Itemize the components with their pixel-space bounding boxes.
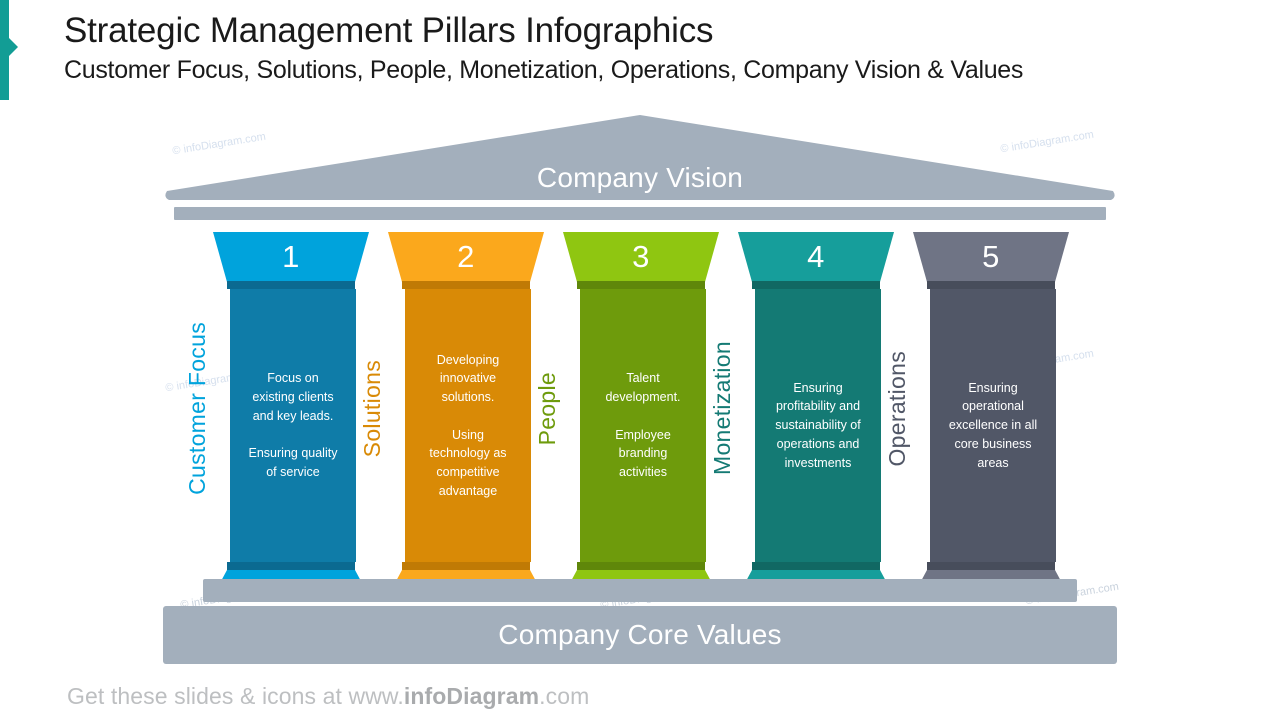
pillar-side-label: Solutions (338, 232, 386, 585)
pillar-side-label: Operations (863, 232, 911, 585)
footer-prefix: Get these slides & icons at www. (67, 683, 404, 709)
pillar-side-label: People (513, 232, 561, 585)
capital-accent-bar (577, 281, 705, 289)
capital-accent-bar (752, 281, 880, 289)
pillar-side-label-text: People (534, 371, 560, 446)
pediment-label: Company Vision (536, 162, 744, 193)
pillar-side-label-text: Solutions (359, 359, 385, 458)
capital-accent-bar (402, 281, 530, 289)
pillar-body-text: Ensuring profitability and sustainabilit… (775, 380, 861, 470)
pillar-side-label-text: Customer Focus (184, 322, 210, 495)
base-accent-bar (927, 562, 1055, 570)
footer-brand: infoDiagram (403, 683, 540, 709)
pillar-side-label: Monetization (688, 232, 736, 585)
stylobate-upper-step (203, 579, 1077, 602)
base-block: Company Core Values (163, 606, 1117, 664)
slide-canvas: Strategic Management Pillars Infographic… (0, 0, 1280, 720)
pillar-capital: 5 (913, 232, 1069, 282)
pillar-body-text: Focus on existing clients and key leads.… (248, 371, 338, 479)
base-accent-bar (227, 562, 355, 570)
pediment-roof: Company Vision (163, 115, 1117, 200)
pillar-side-label: Customer Focus (163, 232, 211, 585)
footer-suffix: .com (539, 683, 590, 709)
pillar-5[interactable]: 5 Ensuring operational excellence in all … (913, 232, 1069, 596)
capital-accent-bar (927, 281, 1055, 289)
base-label: Company Core Values (498, 619, 782, 650)
footer-promo[interactable]: Get these slides & icons at www.infoDiag… (67, 683, 589, 710)
architrave-beam (174, 207, 1106, 220)
pillar-shaft: Ensuring operational excellence in all c… (930, 289, 1056, 562)
pillar-body-text: Developing innovative solutions. Using t… (429, 352, 507, 498)
pillar-body-text: Talent development. Employee branding ac… (605, 371, 681, 479)
base-accent-bar (752, 562, 880, 570)
base-accent-bar (402, 562, 530, 570)
base-accent-bar (577, 562, 705, 570)
temple-diagram: Company Vision © infoDiagram.com © infoD… (0, 0, 1280, 720)
pillar-side-label-text: Monetization (709, 341, 735, 476)
pillar-body-text: Ensuring operational excellence in all c… (948, 380, 1038, 470)
capital-accent-bar (227, 281, 355, 289)
pillar-number: 5 (982, 239, 1000, 274)
pillar-side-label-text: Operations (884, 350, 910, 467)
